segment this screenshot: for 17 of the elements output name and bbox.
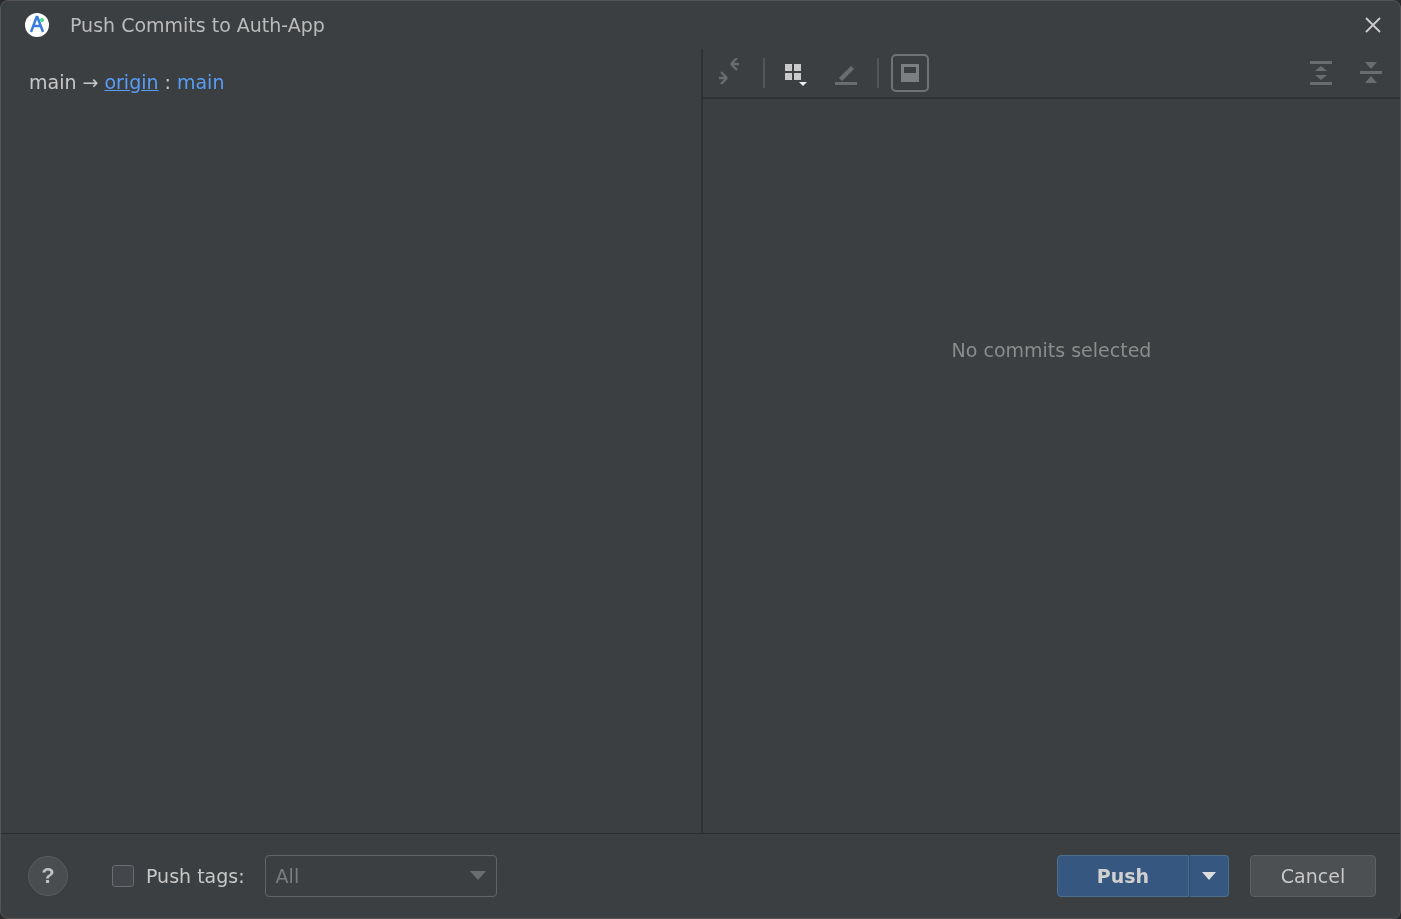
close-icon[interactable] <box>1364 16 1382 34</box>
help-button[interactable]: ? <box>28 856 68 896</box>
push-button[interactable]: Push <box>1057 855 1189 897</box>
preview-icon[interactable] <box>891 54 929 92</box>
caret-icon <box>469 871 486 881</box>
empty-message: No commits selected <box>951 339 1152 363</box>
app-logo-icon <box>24 12 50 38</box>
separator-label: : <box>164 71 171 93</box>
local-branch-label: main → <box>29 71 99 93</box>
push-tags-checkbox[interactable] <box>112 865 134 887</box>
caret-icon <box>1202 871 1216 881</box>
push-options-button[interactable] <box>1189 855 1229 897</box>
target-branch-label: main <box>176 71 225 93</box>
remote-link[interactable]: origin <box>104 71 159 93</box>
window-title: Push Commits to Auth-App <box>70 14 326 36</box>
push-tags-label: Push tags: <box>146 865 245 887</box>
cancel-button[interactable]: Cancel <box>1250 855 1376 897</box>
